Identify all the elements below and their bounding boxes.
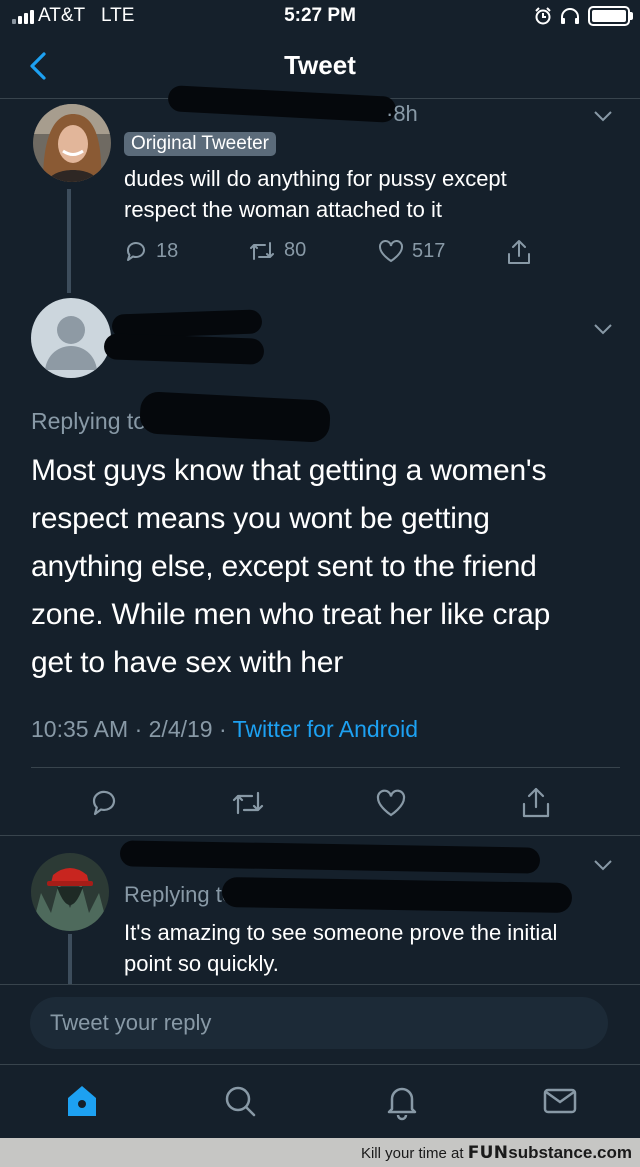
- tweet-text-line: anything else, except sent to the friend: [31, 550, 537, 583]
- top-navigation-bar: Tweet: [0, 34, 640, 99]
- retweet-count: 80: [284, 239, 307, 261]
- tweet-text: It's amazing to see someone prove the in…: [124, 917, 624, 979]
- reply-icon: [126, 242, 145, 261]
- search-icon[interactable]: [220, 1081, 260, 1121]
- tweet-text-line: point so quickly.: [124, 951, 279, 976]
- tweet-text: dudes will do anything for pussy except …: [124, 163, 624, 225]
- tweet-text-line: Most guys know that getting a women's: [31, 454, 547, 487]
- reply-action[interactable]: 18: [124, 239, 178, 263]
- watermark-prefix: Kill your time at: [360, 1145, 464, 1162]
- like-action[interactable]: 517: [378, 239, 445, 263]
- tweet-text: Most guys know that getting a women's re…: [31, 447, 631, 687]
- tweet-text-line: get to have sex with her: [31, 646, 344, 679]
- replying-to-text: Replying to: [31, 408, 147, 434]
- reply-count: 18: [156, 239, 179, 262]
- home-icon[interactable]: [62, 1081, 102, 1121]
- alarm-icon: [535, 7, 551, 25]
- tweet-metadata: 10:35 AM · 2/4/19 · Twitter for Android: [31, 716, 418, 743]
- tweet-text-line: respect means you wont be getting: [31, 502, 490, 535]
- focused-tweet: Replying to Most guys know that getting …: [0, 290, 640, 765]
- share-icon[interactable]: [520, 785, 552, 819]
- reply-tweet[interactable]: Replying to It's amazing to see someone …: [0, 836, 640, 984]
- retweet-action[interactable]: 80: [248, 239, 306, 262]
- reply-icon[interactable]: [90, 787, 120, 817]
- watermark-brand-fun: FUN: [467, 1143, 509, 1163]
- replying-to-text: Replying to: [124, 882, 235, 907]
- tweet-date: 2/4/19: [148, 716, 213, 742]
- tweet-timestamp: 10:35 AM: [31, 716, 129, 742]
- replying-to-label: Replying to: [124, 882, 234, 908]
- status-icons: [534, 6, 633, 26]
- original-tweet[interactable]: ·8h Original Tweeter dudes will do anyth…: [0, 85, 640, 289]
- bottom-tab-bar: [0, 1064, 640, 1139]
- tweet-text-line: dudes will do anything for pussy except: [124, 166, 507, 191]
- watermark-brand-rest: substance.com: [508, 1143, 632, 1162]
- thread-connector: [68, 934, 72, 984]
- thread-connector: [67, 189, 71, 293]
- reply-composer-bar: Tweet your reply: [0, 984, 640, 1065]
- redacted-reply-handle: [139, 391, 331, 443]
- replying-to-label: Replying to: [31, 408, 146, 435]
- redacted-handle: [103, 333, 265, 365]
- avatar[interactable]: [31, 853, 109, 931]
- avatar[interactable]: [31, 298, 111, 378]
- like-icon[interactable]: [375, 788, 407, 818]
- separator: ·: [218, 716, 227, 742]
- tweet-text-line: It's amazing to see someone prove the in…: [124, 920, 558, 945]
- page-title: Tweet: [284, 50, 356, 80]
- share-icon[interactable]: [506, 238, 532, 266]
- like-count: 517: [412, 239, 446, 262]
- watermark-text: Kill your time at FUNsubstance.com: [361, 1143, 632, 1163]
- tweet-time: ·8h: [386, 101, 418, 126]
- status-bar: AT&T LTE 5:27 PM: [0, 0, 640, 34]
- like-icon: [379, 240, 403, 263]
- redacted-username: [119, 840, 541, 874]
- original-tweeter-badge: Original Tweeter: [124, 132, 276, 156]
- chevron-down-icon[interactable]: [592, 322, 614, 336]
- retweet-icon: [250, 241, 274, 260]
- messages-icon[interactable]: [540, 1081, 580, 1121]
- notifications-icon[interactable]: [382, 1081, 422, 1121]
- tweet-action-bar: [0, 768, 640, 834]
- tweet-text-line: zone. While men who treat her like crap: [31, 598, 551, 631]
- chevron-down-icon[interactable]: [592, 858, 614, 872]
- reply-input[interactable]: Tweet your reply: [30, 997, 608, 1049]
- tweet-text-line: respect the woman attached to it: [124, 197, 442, 222]
- redacted-reply-handle: [221, 876, 573, 914]
- separator: ·: [134, 716, 143, 742]
- headphones-icon: [561, 8, 579, 24]
- avatar[interactable]: [33, 104, 111, 182]
- battery-icon: [588, 6, 633, 26]
- tweet-source-link[interactable]: Twitter for Android: [233, 716, 418, 742]
- watermark-banner: Kill your time at FUNsubstance.com: [0, 1138, 640, 1167]
- retweet-icon[interactable]: [230, 789, 266, 817]
- chevron-down-icon[interactable]: [592, 109, 614, 123]
